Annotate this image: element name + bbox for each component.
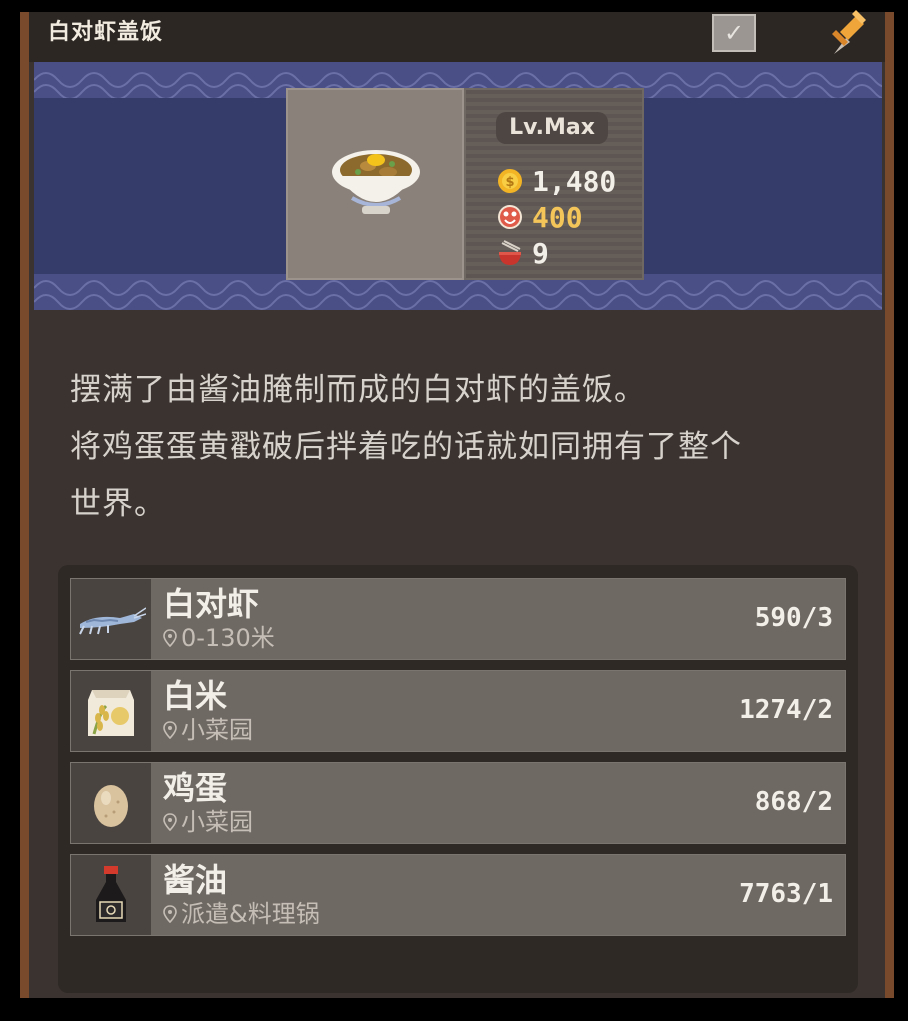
description-line: 世界。 [70,486,166,522]
ingredient-location: 派遣&料理锅 [163,899,320,929]
taste-value: 400 [532,200,583,234]
ingredient-name: 白对虾 [163,585,260,623]
shrimp-rice-bowl-icon [332,150,420,214]
description-line: 摆满了由酱油腌制而成的白对虾的盖饭。 [70,372,646,408]
price-stat: $ 1,480 [496,164,616,198]
level-badge: Lv.Max [496,112,608,144]
location-text: 小菜园 [181,808,253,836]
ingredient-thumb [71,855,151,935]
ingredient-name: 鸡蛋 [163,769,228,807]
ingredient-name: 白米 [163,677,228,715]
ingredient-thumb [71,671,151,751]
location-pin-icon [163,721,177,739]
check-icon: ✓ [723,19,745,47]
ingredient-row-soy-sauce[interactable]: 酱油 派遣&料理锅 7763/1 [70,854,846,936]
ingredient-location: 0-130米 [163,623,275,653]
coin-icon: $ [498,169,522,193]
ingredient-location: 小菜园 [163,715,253,745]
soy-sauce-icon [96,866,126,922]
recipe-title: 白对虾盖饭 [48,20,164,45]
shrimp-icon [79,607,146,635]
bowl-icon [499,240,521,265]
location-pin-icon [163,629,177,647]
ingredient-thumb [71,763,151,843]
location-text: 小菜园 [181,716,253,744]
portion-value: 9 [532,236,549,270]
egg-icon [94,785,128,827]
location-pin-icon [163,905,177,923]
ingredient-row-shrimp[interactable]: 白对虾 0-130米 590/3 [70,578,846,660]
taste-stat: 400 [496,200,583,234]
portion-stat: 9 [496,236,549,270]
pin-icon[interactable] [826,10,866,56]
description-line: 将鸡蛋蛋黄戳破后拌着吃的话就如同拥有了整个 [70,429,742,465]
ingredient-count: 590/3 [754,603,833,633]
ingredient-thumb [71,579,151,659]
location-text: 0-130米 [181,624,275,652]
dish-description: 摆满了由酱油腌制而成的白对虾的盖饭。 将鸡蛋蛋黄戳破后拌着吃的话就如同拥有了整个… [70,362,850,533]
svg-text:$: $ [505,175,514,190]
taste-icon [498,205,522,229]
location-pin-icon [163,813,177,831]
location-text: 派遣&料理锅 [181,900,320,928]
rice-bag-icon [88,690,134,736]
ingredient-row-rice[interactable]: 白米 小菜园 1274/2 [70,670,846,752]
ingredient-count: 1274/2 [739,695,833,725]
ingredient-location: 小菜园 [163,807,253,837]
ingredient-row-egg[interactable]: 鸡蛋 小菜园 868/2 [70,762,846,844]
price-value: 1,480 [532,164,617,198]
ingredient-count: 7763/1 [739,879,833,909]
dish-stats-panel: Lv.Max $ 1,480 400 9 [464,88,644,280]
select-checkbox[interactable]: ✓ [712,14,756,52]
ingredient-count: 868/2 [754,787,833,817]
ingredient-name: 酱油 [163,861,228,899]
dish-image-card [286,88,464,280]
